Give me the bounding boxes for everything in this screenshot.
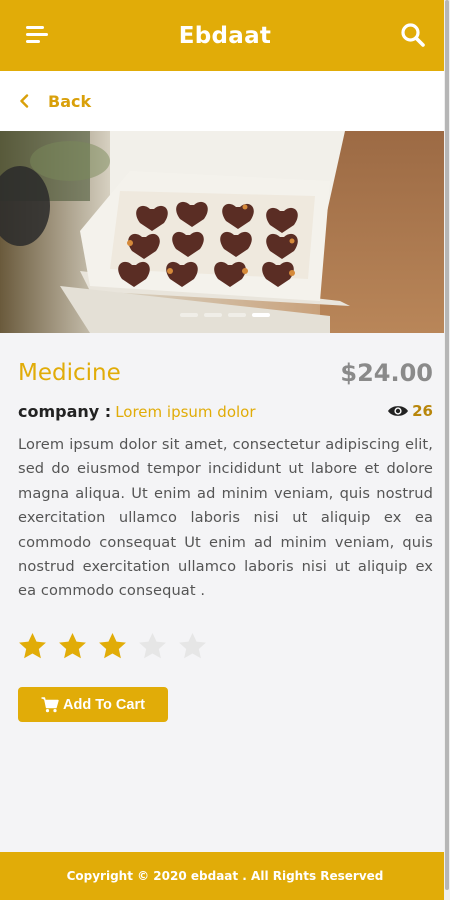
view-count-value: 26 bbox=[412, 402, 433, 420]
star-filled-icon[interactable] bbox=[97, 631, 128, 662]
star-filled-icon[interactable] bbox=[17, 631, 48, 662]
star-filled-icon[interactable] bbox=[57, 631, 88, 662]
chevron-left-icon bbox=[20, 94, 29, 108]
hamburger-menu-icon[interactable] bbox=[26, 24, 50, 46]
copyright-text: Copyright © 2020 ebdaat . All Rights Res… bbox=[66, 869, 384, 883]
product-description: Lorem ipsum dolor sit amet, consectetur … bbox=[18, 436, 433, 600]
footer: Copyright © 2020 ebdaat . All Rights Res… bbox=[0, 852, 450, 900]
title-price-row: Medicine $24.00 bbox=[18, 357, 433, 389]
shopping-cart-icon bbox=[41, 696, 59, 712]
company-value[interactable]: Lorem ipsum dolor bbox=[115, 403, 255, 421]
product-name: Medicine bbox=[18, 360, 121, 386]
top-app-bar: Ebdaat bbox=[0, 0, 450, 71]
product-details: Medicine $24.00 company : Lorem ipsum dol… bbox=[18, 333, 433, 604]
star-empty-icon[interactable] bbox=[137, 631, 168, 662]
product-image bbox=[0, 131, 450, 333]
back-bar: Back bbox=[0, 71, 450, 131]
company-info: company : Lorem ipsum dolor bbox=[18, 402, 256, 421]
eye-icon bbox=[388, 406, 409, 416]
carousel-dot[interactable] bbox=[180, 313, 198, 317]
star-empty-icon[interactable] bbox=[177, 631, 208, 662]
scrollbar-thumb[interactable] bbox=[445, 0, 449, 890]
company-views-row: company : Lorem ipsum dolor 26 bbox=[18, 400, 433, 422]
add-to-cart-label: Add To Cart bbox=[63, 696, 145, 713]
carousel-indicators bbox=[0, 313, 450, 317]
carousel-dot[interactable] bbox=[228, 313, 246, 317]
view-count: 26 bbox=[387, 402, 433, 420]
back-label: Back bbox=[48, 91, 92, 111]
search-icon[interactable] bbox=[400, 22, 426, 48]
product-price: $24.00 bbox=[340, 359, 433, 387]
back-button[interactable]: Back bbox=[18, 92, 91, 111]
product-image-carousel[interactable] bbox=[0, 131, 450, 333]
star-rating[interactable] bbox=[17, 631, 208, 662]
carousel-dot[interactable] bbox=[204, 313, 222, 317]
add-to-cart-button[interactable]: Add To Cart bbox=[18, 687, 168, 722]
scrollbar[interactable] bbox=[444, 0, 450, 900]
app-title: Ebdaat bbox=[178, 22, 272, 49]
carousel-dot[interactable] bbox=[252, 313, 270, 317]
company-label: company : bbox=[18, 401, 112, 421]
